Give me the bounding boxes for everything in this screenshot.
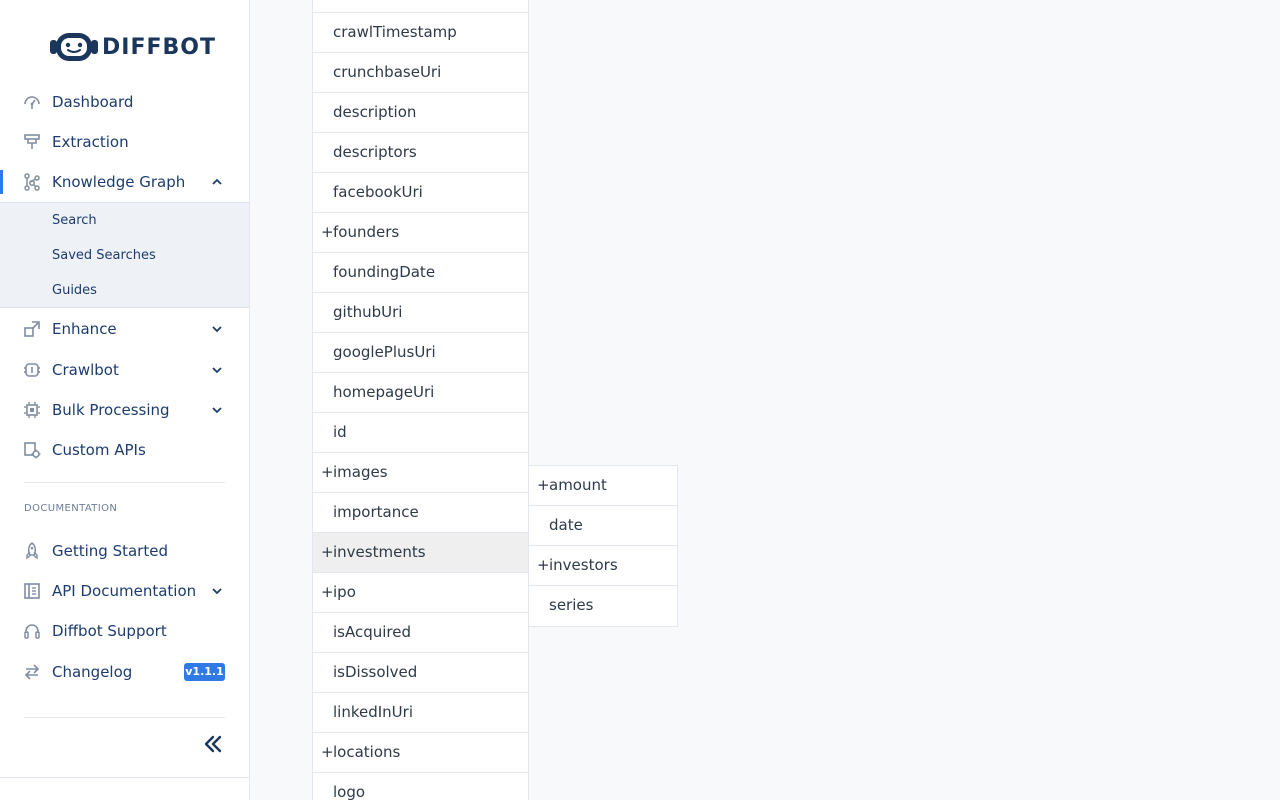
field-row[interactable]: importance: [313, 493, 528, 533]
field-row-expandable[interactable]: + images: [313, 453, 528, 493]
sidebar-item-label: Diffbot Support: [52, 622, 167, 640]
submenu-item-search[interactable]: Search: [52, 213, 97, 228]
subfield-row-expandable[interactable]: + investors: [529, 546, 677, 586]
brand-name: DIFFBOT: [102, 34, 216, 60]
crawlbot-icon: [24, 363, 40, 377]
field-row-expandable[interactable]: + locations: [313, 733, 528, 773]
field-row[interactable]: descriptors: [313, 133, 528, 173]
sidebar-item-label: Bulk Processing: [52, 401, 170, 419]
sidebar-item-extraction[interactable]: Extraction: [0, 122, 249, 162]
field-row[interactable]: crunchbaseUri: [313, 53, 528, 93]
sidebar-item-label: Extraction: [52, 133, 129, 151]
expand-plus-icon: +: [321, 463, 334, 481]
field-row-selected[interactable]: + investments: [313, 533, 528, 573]
sidebar-item-label: Crawlbot: [52, 361, 119, 379]
knowledge-graph-submenu: Search Saved Searches Guides: [0, 202, 249, 308]
field-row[interactable]: id: [313, 413, 528, 453]
robot-logo-icon: [50, 33, 98, 61]
bulk-processing-icon: [24, 402, 40, 418]
field-row[interactable]: homepageUri: [313, 373, 528, 413]
sidebar-divider: [24, 717, 225, 718]
sidebar-item-api-documentation[interactable]: API Documentation: [0, 571, 249, 611]
chevron-down-icon: [212, 367, 222, 374]
submenu-item-guides[interactable]: Guides: [52, 283, 97, 298]
expand-plus-icon: +: [321, 583, 334, 601]
diffbot-logo[interactable]: DIFFBOT: [48, 30, 216, 64]
field-row-expandable[interactable]: + ipo: [313, 573, 528, 613]
subfield-row[interactable]: date: [529, 506, 677, 546]
field-row[interactable]: logo: [313, 773, 528, 800]
sidebar-item-label: Dashboard: [52, 93, 134, 111]
version-badge: v1.1.1: [184, 663, 225, 681]
field-row[interactable]: facebookUri: [313, 173, 528, 213]
subfield-row[interactable]: series: [529, 586, 677, 626]
extraction-icon: [24, 134, 40, 149]
sidebar-item-enhance[interactable]: Enhance: [0, 309, 249, 349]
field-row[interactable]: description: [313, 93, 528, 133]
sidebar-item-label: Enhance: [52, 320, 117, 338]
field-list: crawlTimestamp crunchbaseUri description…: [312, 0, 529, 800]
sidebar-item-bulk-processing[interactable]: Bulk Processing: [0, 390, 249, 430]
field-row[interactable]: crawlTimestamp: [313, 13, 528, 53]
expand-plus-icon: +: [321, 743, 334, 761]
sidebar-item-dashboard[interactable]: Dashboard: [0, 82, 249, 122]
expand-plus-icon: +: [321, 223, 334, 241]
field-row-expandable[interactable]: + founders: [313, 213, 528, 253]
book-icon: [24, 583, 40, 599]
chevron-down-icon: [212, 326, 222, 333]
dashboard-icon: [24, 96, 40, 109]
expand-plus-icon: +: [537, 476, 550, 494]
custom-apis-icon: [24, 442, 41, 459]
field-row[interactable]: [313, 0, 528, 13]
field-row[interactable]: foundingDate: [313, 253, 528, 293]
knowledge-graph-icon: [24, 173, 40, 191]
sidebar-divider: [24, 482, 225, 483]
sidebar: DIFFBOT Dashboard Extraction Knowledge G…: [0, 0, 250, 800]
sidebar-item-custom-apis[interactable]: Custom APIs: [0, 430, 249, 470]
documentation-section-label: DOCUMENTATION: [24, 503, 118, 514]
expand-plus-icon: +: [537, 556, 550, 574]
sidebar-item-label: Custom APIs: [52, 441, 146, 459]
subfield-row-expandable[interactable]: + amount: [529, 466, 677, 506]
rocket-icon: [26, 542, 38, 560]
field-row[interactable]: linkedInUri: [313, 693, 528, 733]
sidebar-item-diffbot-support[interactable]: Diffbot Support: [0, 611, 249, 651]
sidebar-item-crawlbot[interactable]: Crawlbot: [0, 350, 249, 390]
investments-subfield-list: + amount date + investors series: [528, 465, 678, 627]
expand-plus-icon: +: [321, 543, 334, 561]
enhance-icon: [24, 321, 40, 337]
chevron-down-icon: [212, 407, 222, 414]
sidebar-item-label: Changelog: [52, 663, 133, 681]
sidebar-bottom-divider: [0, 777, 249, 778]
field-row[interactable]: isAcquired: [313, 613, 528, 653]
chevron-up-icon: [212, 178, 222, 185]
sidebar-item-label: Knowledge Graph: [52, 173, 186, 191]
swap-icon: [24, 664, 40, 680]
field-row[interactable]: githubUri: [313, 293, 528, 333]
chevron-down-icon: [212, 588, 222, 595]
sidebar-item-label: Getting Started: [52, 542, 168, 560]
collapse-sidebar-icon[interactable]: [202, 733, 224, 755]
submenu-item-saved-searches[interactable]: Saved Searches: [52, 248, 156, 263]
sidebar-item-label: API Documentation: [52, 582, 197, 600]
field-row[interactable]: isDissolved: [313, 653, 528, 693]
sidebar-item-knowledge-graph[interactable]: Knowledge Graph: [0, 162, 249, 202]
field-row[interactable]: googlePlusUri: [313, 333, 528, 373]
headset-icon: [24, 624, 40, 639]
sidebar-item-getting-started[interactable]: Getting Started: [0, 531, 249, 571]
